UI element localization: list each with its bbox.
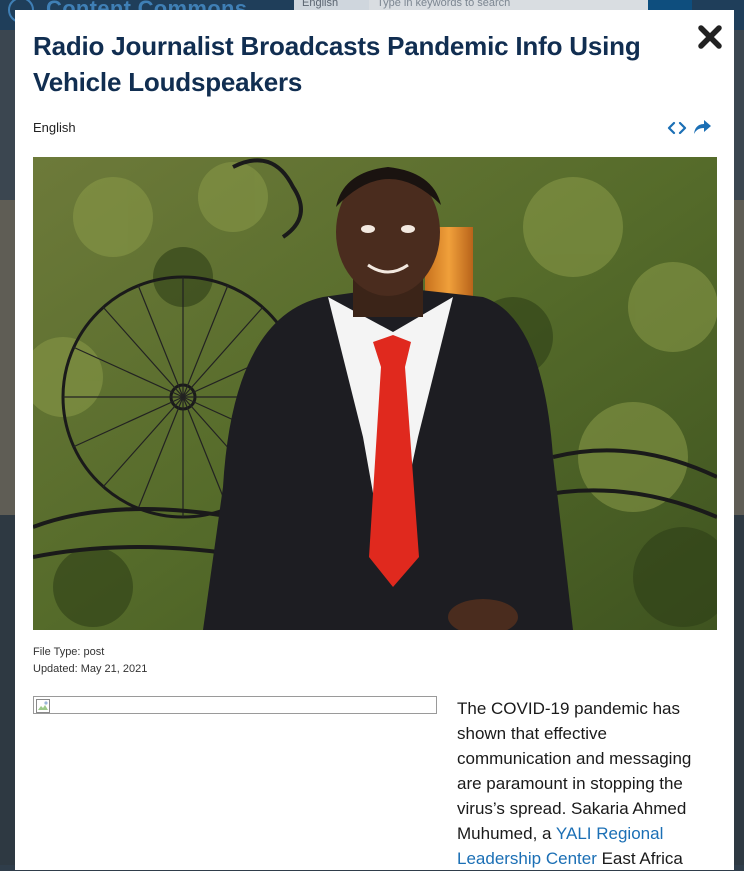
- language-label: English: [33, 120, 76, 135]
- article-body: The COVID-19 pandemic has shown that eff…: [457, 696, 707, 871]
- content-modal: Radio Journalist Broadcasts Pandemic Inf…: [15, 10, 734, 870]
- article-text-continued: East Africa: [596, 849, 683, 868]
- updated-date: Updated: May 21, 2021: [33, 663, 148, 675]
- embed-button[interactable]: [667, 119, 687, 137]
- broken-image-icon: [36, 699, 50, 713]
- share-button[interactable]: [693, 118, 713, 136]
- close-button[interactable]: [697, 24, 723, 50]
- broken-image-placeholder: [33, 696, 437, 714]
- file-type-label: File Type: post: [33, 646, 105, 658]
- close-icon: [698, 25, 722, 49]
- modal-title: Radio Journalist Broadcasts Pandemic Inf…: [33, 31, 641, 97]
- article-text: The COVID-19 pandemic has shown that eff…: [457, 699, 692, 843]
- hero-photo: [33, 157, 717, 630]
- share-arrow-icon: [694, 120, 711, 134]
- code-icon: [667, 121, 687, 135]
- portrait-photo-image: [33, 157, 717, 630]
